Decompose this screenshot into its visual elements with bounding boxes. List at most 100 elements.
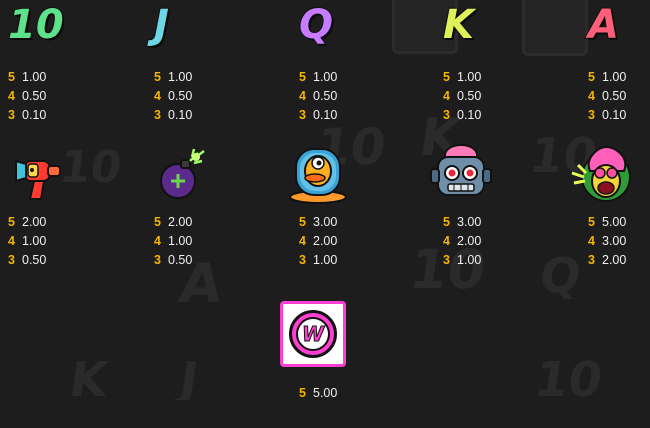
pay-count: 5	[588, 70, 595, 84]
pay-count: 4	[8, 234, 15, 248]
pink-monster-icon	[571, 146, 631, 202]
pay-count: 3	[8, 253, 15, 267]
pay-value: 0.10	[168, 108, 193, 122]
pay-value: 0.50	[457, 89, 482, 103]
pay-count: 3	[588, 253, 595, 267]
pay-list: 5 5.00	[299, 384, 337, 403]
paytable-cell: K 5 1.00 4 0.50 3 0.10	[442, 1, 573, 132]
ten-icon: 10	[7, 1, 65, 49]
bomb-symbol	[154, 147, 214, 207]
alien-duck-icon	[289, 148, 347, 204]
pay-count: 3	[299, 253, 306, 267]
pay-count: 4	[154, 234, 161, 248]
pay-count: 5	[299, 215, 306, 229]
paytable-cell: 5 3.00 4 2.00 3 1.00	[428, 143, 558, 273]
pay-value: 5.00	[313, 386, 338, 400]
pay-count: 5	[154, 70, 161, 84]
pay-count: 5	[154, 215, 161, 229]
ghost-letter: 10	[531, 352, 606, 400]
pay-count: 4	[443, 89, 450, 103]
pay-value: 3.00	[313, 215, 338, 229]
pay-value: 2.00	[168, 215, 193, 229]
ghost-letter: K	[66, 352, 112, 400]
pay-value: 1.00	[313, 70, 338, 84]
pay-count: 4	[154, 89, 161, 103]
pay-count: 4	[8, 89, 15, 103]
pay-list: 5 3.00 4 2.00 3 1.00	[443, 213, 481, 270]
paytable-cell: 10 5 1.00 4 0.50 3 0.10	[7, 1, 138, 132]
pay-value: 1.00	[457, 70, 482, 84]
paytable-cell: A 5 1.00 4 0.50 3 0.10	[587, 1, 648, 132]
pay-value: 0.50	[22, 253, 47, 267]
ray-gun-icon	[15, 159, 61, 200]
pay-value: 0.10	[602, 108, 627, 122]
pay-count: 3	[154, 108, 161, 122]
king-symbol: K	[442, 1, 503, 62]
pay-list: 5 5.00 4 3.00 3 2.00	[588, 213, 626, 270]
pay-value: 1.00	[22, 234, 47, 248]
pay-value: 1.00	[313, 253, 338, 267]
monster-symbol	[566, 143, 636, 207]
pay-value: 0.50	[313, 89, 338, 103]
pay-count: 5	[299, 70, 306, 84]
pay-list: 5 1.00 4 0.50 3 0.10	[299, 68, 337, 125]
bomb-icon	[160, 148, 205, 199]
pay-list: 5 3.00 4 2.00 3 1.00	[299, 213, 337, 270]
pay-count: 3	[443, 108, 450, 122]
pay-value: 3.00	[602, 234, 627, 248]
paytable-cell: Q 5 1.00 4 0.50 3 0.10	[298, 1, 429, 132]
pay-list: 5 1.00 4 0.50 3 0.10	[588, 68, 626, 125]
pay-value: 0.50	[168, 89, 193, 103]
ace-symbol: A	[587, 1, 648, 62]
pay-count: 4	[299, 234, 306, 248]
pay-count: 3	[443, 253, 450, 267]
ghost-letter: J	[176, 352, 202, 400]
jack-icon: J	[153, 1, 170, 49]
wild-w-icon: W	[280, 301, 346, 367]
pay-count: 3	[8, 108, 15, 122]
wild-label: W	[301, 322, 325, 347]
pay-value: 5.00	[602, 215, 627, 229]
pay-value: 1.00	[457, 253, 482, 267]
pay-value: 0.50	[168, 253, 193, 267]
pay-count: 4	[443, 234, 450, 248]
pay-value: 2.00	[457, 234, 482, 248]
pay-count: 5	[8, 70, 15, 84]
pay-count: 4	[588, 89, 595, 103]
pay-list: 5 2.00 4 1.00 3 0.50	[154, 213, 192, 270]
pay-count: 4	[299, 89, 306, 103]
pay-count: 5	[8, 215, 15, 229]
queen-icon: Q	[298, 1, 334, 49]
pay-count: 4	[588, 234, 595, 248]
pay-value: 1.00	[168, 70, 193, 84]
pay-count: 3	[154, 253, 161, 267]
pay-list: 5 2.00 4 1.00 3 0.50	[8, 213, 46, 270]
pay-value: 2.00	[602, 253, 627, 267]
pay-value: 1.00	[168, 234, 193, 248]
pay-value: 1.00	[22, 70, 47, 84]
queen-symbol: Q	[298, 1, 359, 62]
paytable-cell: J 5 1.00 4 0.50 3 0.10	[153, 1, 284, 132]
pay-count: 5	[443, 70, 450, 84]
pay-count: 5	[588, 215, 595, 229]
robot-symbol	[428, 143, 494, 207]
jack-symbol: J	[153, 1, 214, 62]
pay-value: 2.00	[22, 215, 47, 229]
pay-count: 3	[588, 108, 595, 122]
paytable-cell: 5 2.00 4 1.00 3 0.50	[154, 147, 284, 277]
raygun-symbol	[8, 147, 68, 207]
pay-count: 5	[299, 386, 306, 400]
paytable-cell: 5 2.00 4 1.00 3 0.50	[8, 147, 138, 277]
wild-symbol: W	[277, 298, 353, 374]
pay-value: 1.00	[602, 70, 627, 84]
ten-symbol: 10	[7, 1, 68, 62]
pay-count: 3	[299, 108, 306, 122]
pay-value: 2.00	[313, 234, 338, 248]
pay-value: 0.10	[457, 108, 482, 122]
robot-head-icon	[430, 144, 492, 196]
pay-value: 0.10	[313, 108, 338, 122]
ace-icon: A	[587, 1, 620, 49]
pay-list: 5 1.00 4 0.50 3 0.10	[8, 68, 46, 125]
pay-value: 0.10	[22, 108, 47, 122]
paytable-cell: 5 3.00 4 2.00 3 1.00	[288, 143, 418, 273]
